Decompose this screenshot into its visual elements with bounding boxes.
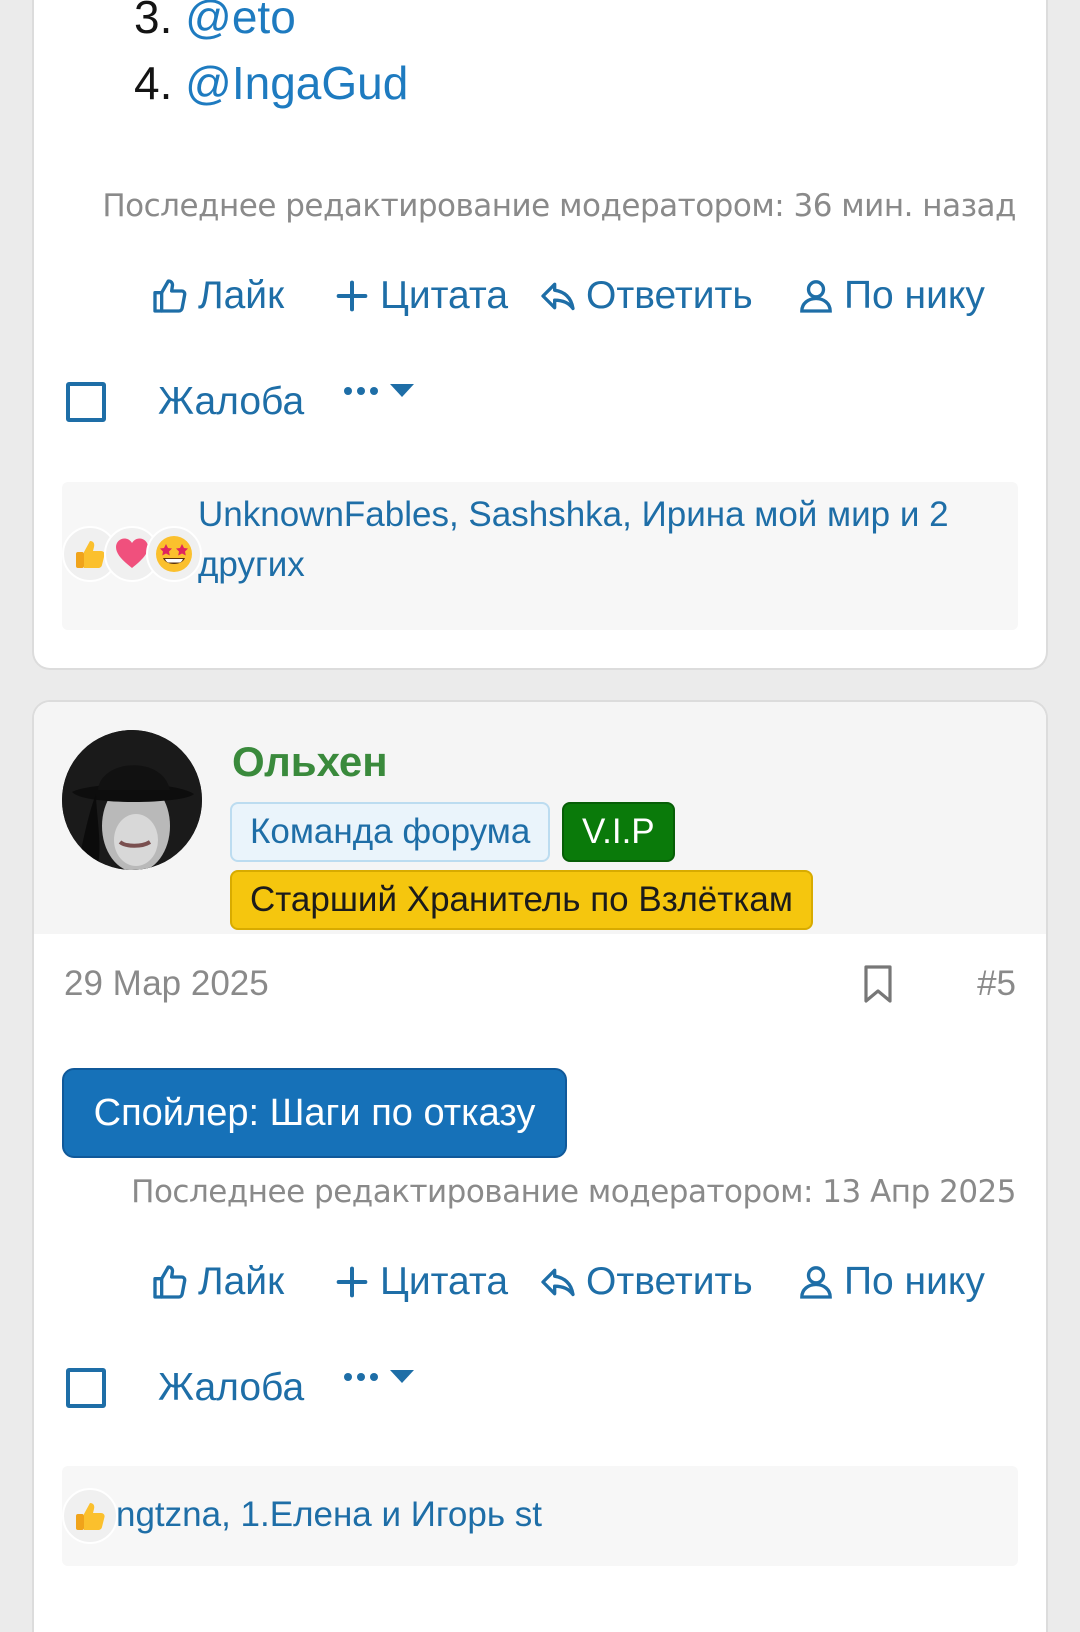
post-actions: Лайк Цитата Ответить По нику bbox=[34, 274, 1046, 324]
list-number: 4. bbox=[134, 57, 173, 109]
post-card-1: 3. @eto 4. @IngaGud Последнее редактиров… bbox=[32, 0, 1048, 670]
plus-icon bbox=[336, 1266, 368, 1298]
list-number: 3. bbox=[134, 0, 173, 43]
reactions-bar: UnknownFables, Sashshka, Ирина мой мир и… bbox=[62, 482, 1018, 630]
list-item-3: 3. @eto bbox=[134, 0, 296, 44]
reply-label: Ответить bbox=[586, 1260, 753, 1303]
like-label: Лайк bbox=[198, 274, 285, 317]
caret-down-icon bbox=[390, 1370, 414, 1383]
post-card-2: Ольхен Команда форума V.I.P Старший Хран… bbox=[32, 700, 1048, 1632]
moderator-edit-note: Последнее редактирование модератором: 36… bbox=[102, 188, 1016, 224]
caret-down-icon bbox=[390, 384, 414, 397]
badge-vip: V.I.P bbox=[562, 802, 675, 862]
quote-button[interactable]: Цитата bbox=[332, 1260, 508, 1304]
report-link[interactable]: Жалоба bbox=[158, 1366, 304, 1410]
user-mention-link[interactable]: @IngaGud bbox=[185, 57, 408, 109]
select-post-checkbox[interactable] bbox=[66, 1368, 106, 1408]
thumbs-up-emoji-icon[interactable] bbox=[62, 1488, 118, 1544]
more-dots-icon bbox=[344, 1372, 378, 1381]
avatar-image bbox=[62, 730, 202, 870]
post-date[interactable]: 29 Мар 2025 bbox=[64, 964, 269, 1004]
badge-senior-keeper: Старший Хранитель по Взлёткам bbox=[230, 870, 813, 930]
like-label: Лайк bbox=[198, 1260, 285, 1303]
plus-icon bbox=[336, 280, 368, 312]
like-button[interactable]: Лайк bbox=[150, 274, 284, 318]
thumbs-up-icon bbox=[153, 279, 187, 313]
select-post-checkbox[interactable] bbox=[66, 382, 106, 422]
by-nick-label: По нику bbox=[844, 1260, 985, 1303]
bookmark-icon[interactable] bbox=[860, 964, 896, 1004]
reaction-icons bbox=[62, 526, 202, 582]
reply-arrow-icon bbox=[541, 282, 575, 311]
post-actions: Лайк Цитата Ответить По нику bbox=[34, 1260, 1046, 1310]
quote-label: Цитата bbox=[380, 274, 509, 317]
more-options-menu[interactable] bbox=[344, 384, 414, 397]
post-secondary-actions: Жалоба bbox=[34, 1366, 1046, 1426]
reaction-icons bbox=[62, 1488, 118, 1544]
star-struck-emoji-icon[interactable] bbox=[146, 526, 202, 582]
report-link[interactable]: Жалоба bbox=[158, 380, 304, 424]
like-button[interactable]: Лайк bbox=[150, 1260, 284, 1304]
reply-button[interactable]: Ответить bbox=[538, 1260, 753, 1304]
reactions-users-list[interactable]: UnknownFables, Sashshka, Ирина мой мир и… bbox=[198, 490, 998, 590]
more-dots-icon bbox=[344, 386, 378, 395]
by-nick-button[interactable]: По нику bbox=[796, 274, 985, 318]
thumbs-up-icon bbox=[153, 1265, 187, 1299]
by-nick-label: По нику bbox=[844, 274, 985, 317]
more-options-menu[interactable] bbox=[344, 1370, 414, 1383]
quote-label: Цитата bbox=[380, 1260, 509, 1303]
user-icon bbox=[800, 1266, 832, 1299]
badge-forum-team: Команда форума bbox=[230, 802, 551, 862]
reactions-bar: ngtzna, 1.Елена и Игорь st bbox=[62, 1466, 1018, 1566]
spoiler-button[interactable]: Спойлер: Шаги по отказу bbox=[62, 1068, 567, 1158]
moderator-edit-note: Последнее редактирование модератором: 13… bbox=[131, 1174, 1016, 1210]
by-nick-button[interactable]: По нику bbox=[796, 1260, 985, 1304]
reply-label: Ответить bbox=[586, 274, 753, 317]
post-secondary-actions: Жалоба bbox=[34, 380, 1046, 440]
reply-arrow-icon bbox=[541, 1268, 575, 1297]
reply-button[interactable]: Ответить bbox=[538, 274, 753, 318]
post-number-link[interactable]: #5 bbox=[977, 964, 1016, 1004]
post-user-header: Ольхен Команда форума V.I.P Старший Хран… bbox=[34, 702, 1046, 934]
username-link[interactable]: Ольхен bbox=[232, 738, 388, 786]
user-icon bbox=[800, 280, 832, 313]
user-avatar[interactable] bbox=[62, 730, 202, 870]
user-mention-link[interactable]: @eto bbox=[185, 0, 296, 43]
list-item-4: 4. @IngaGud bbox=[134, 56, 408, 110]
reactions-users-list[interactable]: ngtzna, 1.Елена и Игорь st bbox=[116, 1490, 998, 1540]
quote-button[interactable]: Цитата bbox=[332, 274, 508, 318]
